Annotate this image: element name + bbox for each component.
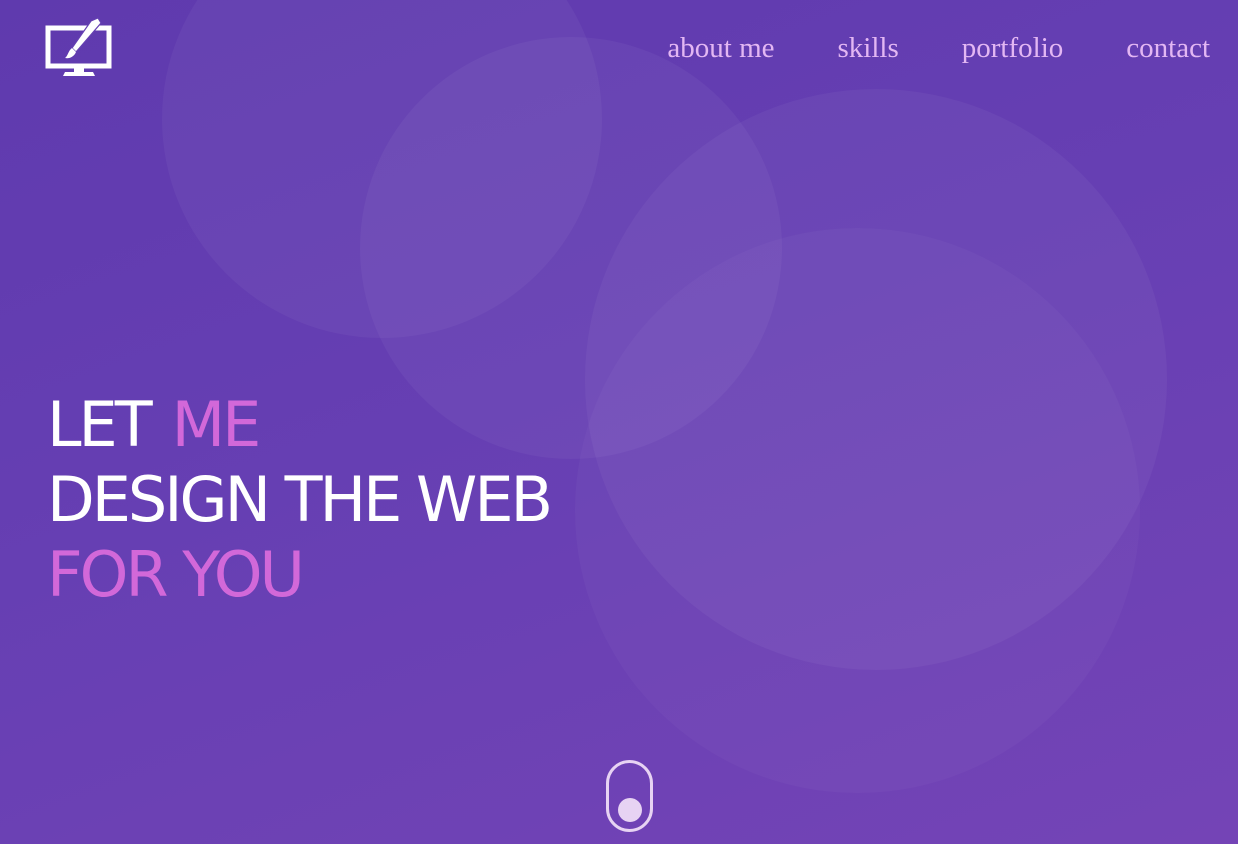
monitor-paintbrush-icon bbox=[45, 17, 112, 76]
main-nav: about me skills portfolio contact bbox=[667, 30, 1210, 66]
hero-word-me: ME bbox=[171, 388, 262, 461]
nav-about-me-link[interactable]: about me bbox=[667, 30, 774, 66]
hero-line-3: FOR YOU bbox=[47, 538, 305, 611]
logo-link[interactable] bbox=[45, 15, 113, 79]
nav-contact-link[interactable]: contact bbox=[1126, 30, 1210, 66]
background-circle bbox=[575, 228, 1140, 793]
nav-skills-link[interactable]: skills bbox=[838, 30, 899, 66]
hero-word-let: LET bbox=[47, 388, 153, 461]
scroll-mouse-icon bbox=[618, 798, 642, 822]
hero-line-2: DESIGN THE WEB bbox=[47, 463, 553, 536]
scroll-down-button[interactable] bbox=[606, 760, 653, 832]
nav-portfolio-link[interactable]: portfolio bbox=[962, 30, 1064, 66]
hero-line-1: LET ME bbox=[47, 387, 550, 462]
hero-heading: LET ME DESIGN THE WEB FOR YOU bbox=[47, 387, 553, 612]
